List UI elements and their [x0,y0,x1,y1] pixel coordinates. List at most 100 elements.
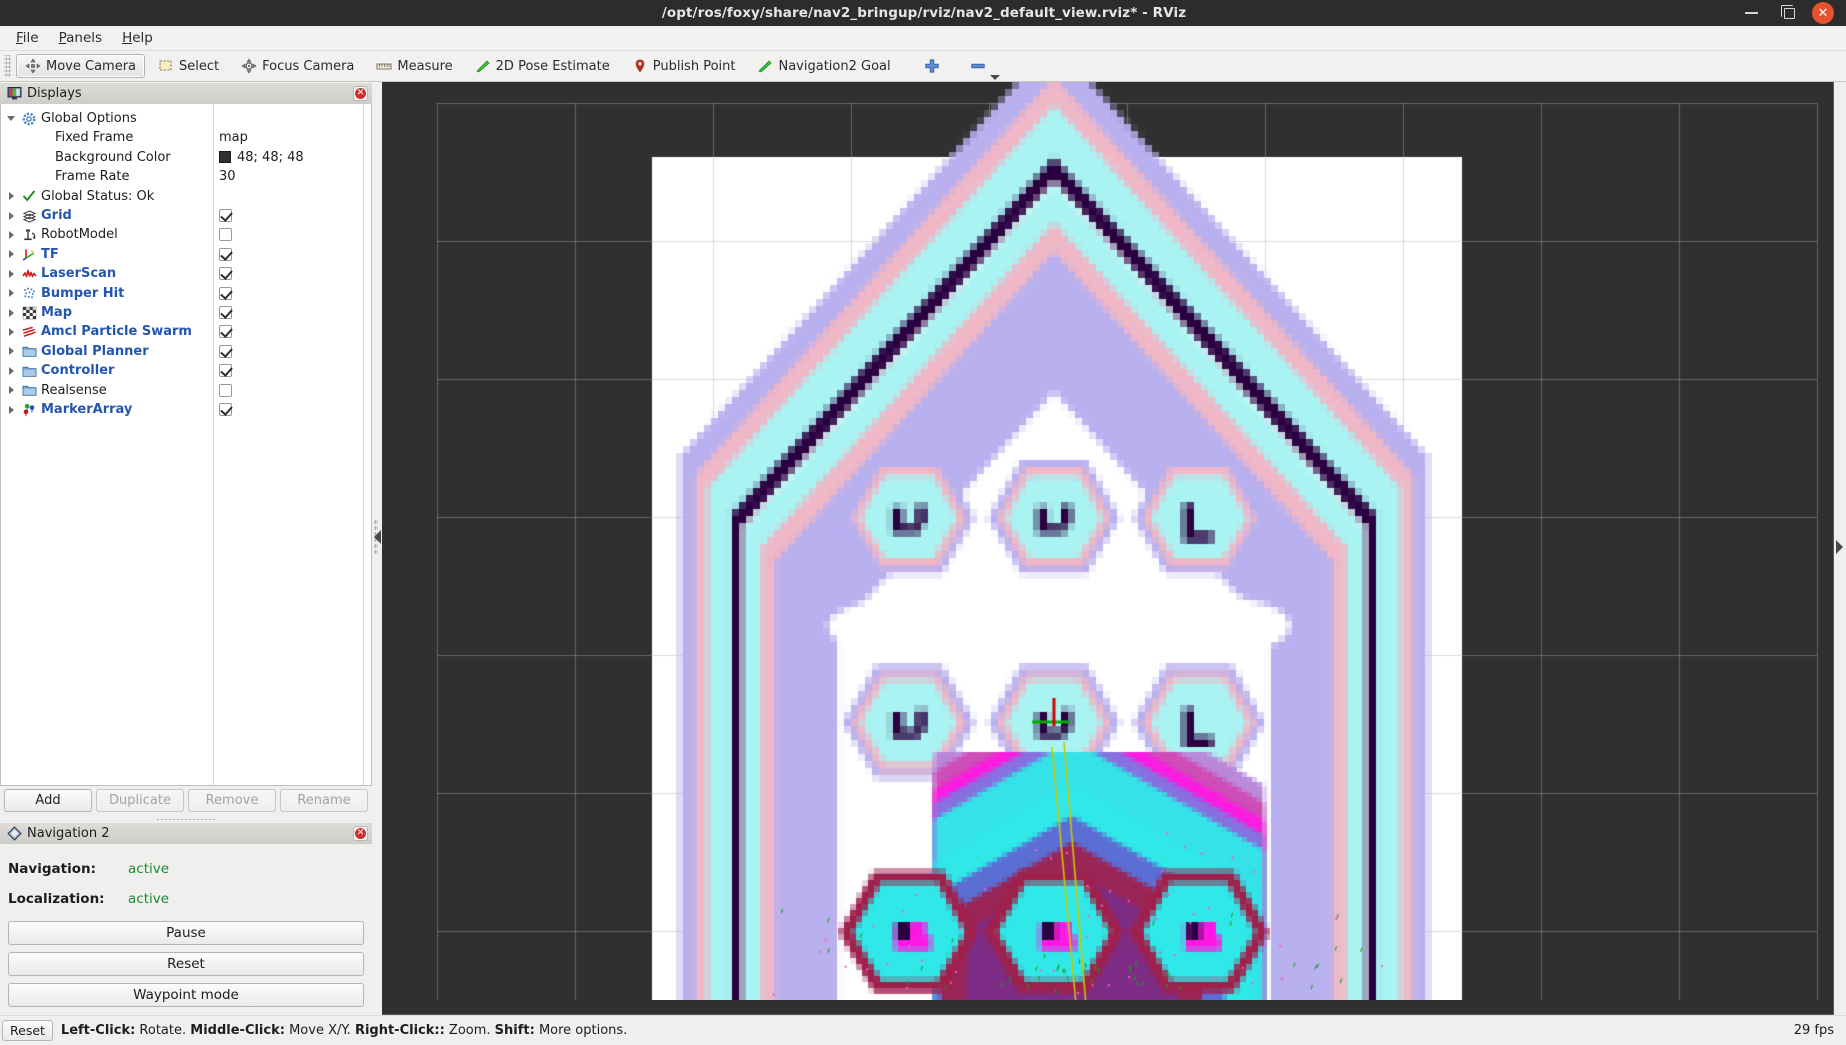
rviz-window: /opt/ros/foxy/share/nav2_bringup/rviz/na… [0,0,1846,1045]
tool-focus-camera[interactable]: Focus Camera [232,54,363,78]
displays-tree-container: Global Options Fixed FramemapBackground C… [0,104,372,786]
display-row-robotmodel[interactable]: RobotModel [1,225,371,244]
tool-select-label: Select [179,59,219,74]
display-row-grid[interactable]: Grid [1,206,371,225]
chevron-right-icon[interactable] [3,212,19,220]
markerarray-icon [19,403,39,417]
duplicate-button[interactable]: Duplicate [96,789,184,812]
display-row-value[interactable]: 48; 48; 48 [219,148,304,167]
display-row-value[interactable]: map [219,128,248,147]
collapse-right-arrow-icon[interactable] [1836,540,1843,554]
render-viewport[interactable] [382,82,1834,1015]
menu-help[interactable]: Help [112,28,163,48]
displays-panel-close-button[interactable]: ✕ [353,86,368,101]
chevron-right-icon[interactable] [3,406,19,414]
navigation2-panel-close-button[interactable]: ✕ [353,826,368,841]
hint-right-click-text: Zoom. [445,1023,495,1038]
tool-measure[interactable]: Measure [367,54,461,78]
tool-move-camera[interactable]: Move Camera [16,54,145,78]
chevron-right-icon[interactable] [3,386,19,394]
chevron-right-icon[interactable] [3,192,19,200]
chevron-right-icon[interactable] [3,347,19,355]
tool-select[interactable]: Select [149,54,228,78]
displays-panel-header: Displays ✕ [0,82,372,104]
close-button[interactable]: ✕ [1808,2,1838,24]
plus-icon[interactable] [924,58,940,74]
maximize-icon [1784,8,1795,19]
chevron-right-icon[interactable] [3,231,19,239]
chevron-right-icon[interactable] [3,309,19,317]
check-icon [19,189,39,203]
chevron-right-icon[interactable] [3,367,19,375]
color-swatch [219,151,231,163]
pointcloud-icon [19,286,39,300]
dock-splitter[interactable] [372,82,382,1015]
status-reset-button[interactable]: Reset [2,1020,53,1041]
map-render-canvas[interactable] [382,82,1833,1000]
menu-bar: File Panels Help [0,26,1846,51]
display-enabled-checkbox[interactable] [219,287,232,300]
display-row-global-status-ok[interactable]: Global Status: Ok [1,187,371,206]
reset-button[interactable]: Reset [8,952,364,976]
maximize-button[interactable] [1770,0,1808,26]
display-row-global-planner[interactable]: Global Planner [1,342,371,361]
display-enabled-checkbox[interactable] [219,325,232,338]
rename-button[interactable]: Rename [280,789,368,812]
display-row-controller[interactable]: Controller [1,361,371,380]
display-enabled-checkbox[interactable] [219,364,232,377]
minus-icon[interactable] [970,58,986,74]
display-enabled-checkbox[interactable] [219,384,232,397]
chevron-right-icon[interactable] [3,328,19,336]
chevron-right-icon[interactable] [3,250,19,258]
waypoint-mode-button[interactable]: Waypoint mode [8,983,364,1007]
right-rail [1834,82,1846,1015]
display-row-value[interactable]: 30 [219,167,236,186]
folder-icon [19,383,39,397]
display-enabled-checkbox[interactable] [219,209,232,222]
collapse-left-arrow-icon[interactable] [374,530,381,544]
map-icon [19,306,39,320]
chevron-down-icon[interactable] [990,75,1000,80]
display-row-global-options[interactable]: Global Options [1,109,371,128]
display-row-background-color[interactable]: Background Color48; 48; 48 [1,148,371,167]
display-row-amcl-particle-swarm[interactable]: Amcl Particle Swarm [1,322,371,341]
remove-button[interactable]: Remove [188,789,276,812]
display-row-map[interactable]: Map [1,303,371,322]
display-enabled-checkbox[interactable] [219,306,232,319]
chevron-right-icon[interactable] [3,289,19,297]
display-row-label: Realsense [39,383,107,398]
menu-panels[interactable]: Panels [49,28,112,48]
hint-middle-click-label: Middle-Click: [190,1023,285,1038]
toolbar-grip[interactable] [4,55,11,77]
displays-tree[interactable]: Global Options Fixed FramemapBackground C… [1,104,371,785]
display-row-markerarray[interactable]: MarkerArray [1,400,371,419]
tool-navigation2-goal[interactable]: Navigation2 Goal [748,54,899,78]
display-enabled-checkbox[interactable] [219,345,232,358]
minimize-button[interactable] [1732,0,1770,26]
display-enabled-checkbox[interactable] [219,403,232,416]
chevron-down-icon[interactable] [3,116,19,121]
menu-file[interactable]: File [6,28,49,48]
display-row-frame-rate[interactable]: Frame Rate30 [1,167,371,186]
display-row-laserscan[interactable]: LaserScan [1,264,371,283]
display-enabled-checkbox[interactable] [219,228,232,241]
tool-2d-pose-estimate[interactable]: 2D Pose Estimate [466,54,619,78]
localization-status-value: active [128,891,169,907]
display-row-fixed-frame[interactable]: Fixed Framemap [1,128,371,147]
menu-help-label: elp [132,30,153,46]
display-row-realsense[interactable]: Realsense [1,381,371,400]
display-enabled-checkbox[interactable] [219,248,232,261]
pause-button[interactable]: Pause [8,921,364,945]
displays-panel-title: Displays [27,86,353,101]
display-row-bumper-hit[interactable]: Bumper Hit [1,284,371,303]
display-enabled-checkbox[interactable] [219,267,232,280]
menu-panels-label: anels [66,30,102,46]
display-row-label: Global Options [39,111,137,126]
add-button[interactable]: Add [4,789,92,812]
display-row-tf[interactable]: TF [1,245,371,264]
chevron-right-icon[interactable] [3,270,19,278]
hint-shift-text: More options. [535,1023,628,1038]
localization-status-row: Localization: active [8,884,364,914]
title-bar: /opt/ros/foxy/share/nav2_bringup/rviz/na… [0,0,1846,26]
tool-publish-point[interactable]: Publish Point [623,54,745,78]
